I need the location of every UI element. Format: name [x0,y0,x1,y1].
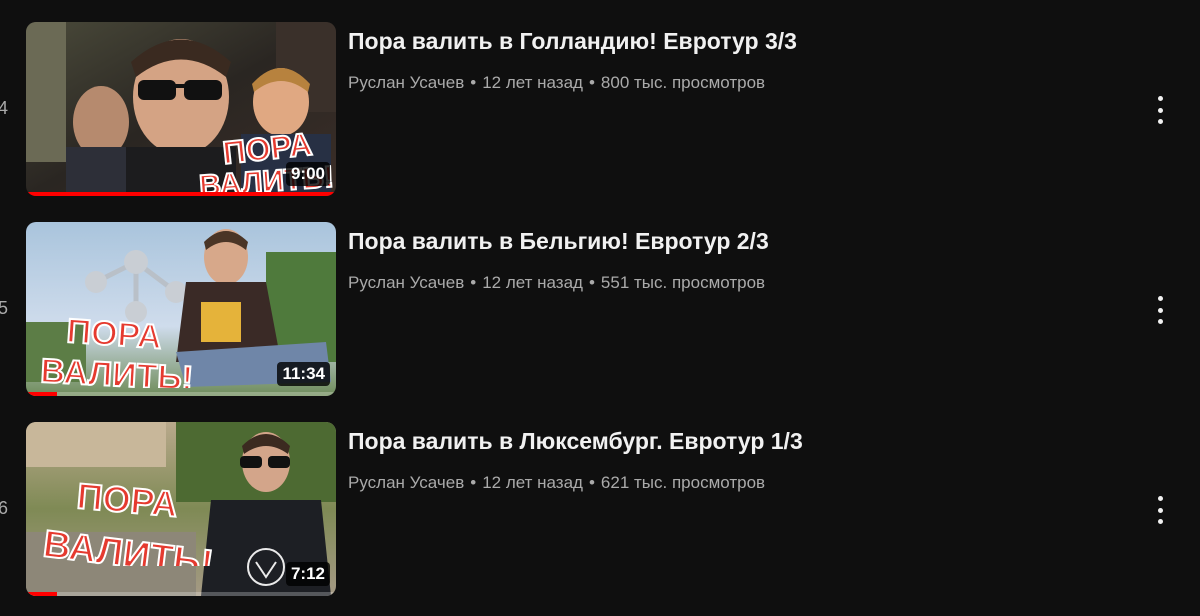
thumb-text-line1: ПОРА [75,475,179,525]
meta-separator: • [470,273,477,292]
playlist-index: 6 [0,498,9,518]
meta-separator: • [470,73,477,92]
more-vertical-icon[interactable] [1148,96,1172,124]
playlist-index: 4 [0,98,9,118]
channel-name[interactable]: Руслан Усачев [348,73,464,92]
thumbnail-title-art: ПОРА ВАЛИТЬ! [40,474,216,566]
video-title[interactable]: Пора валить в Бельгию! Евротур 2/3 [348,228,769,255]
more-vertical-icon[interactable] [1148,296,1172,324]
watch-progress-fill [26,592,57,596]
playlist-item[interactable]: 5 ПОРА ВАЛИТЬ! 11:34 Пора валить в Бельг… [0,222,1200,398]
meta-separator: • [470,473,477,492]
more-vertical-icon[interactable] [1148,496,1172,524]
duration-badge: 7:12 [285,562,330,586]
watch-progress-fill [26,392,57,396]
video-thumbnail[interactable]: ПОРА ВАЛИТЬ! 7:12 [26,422,336,596]
watch-progress [26,192,336,196]
duration-badge: 9:00 [285,162,330,186]
playlist-index: 5 [0,298,9,318]
meta-separator: • [588,273,595,292]
video-meta: Руслан Усачев • 12 лет назад • 800 тыс. прос… [348,73,765,93]
playlist-item[interactable]: 6 ПОРА ВАЛИТЬ! 7:12 Пора валить в Люксем… [0,422,1200,598]
watch-progress [26,392,336,396]
watch-progress [26,592,336,596]
duration-badge: 11:34 [277,362,330,386]
meta-separator: • [588,473,595,492]
thumb-text-line2: ВАЛИТЬ! [40,352,194,388]
video-title[interactable]: Пора валить в Голландию! Евротур 3/3 [348,28,797,55]
thumb-text-line1: ПОРА [65,312,163,357]
playlist-item[interactable]: 4 ПОРА ВАЛИТЬ! 9:00 Пора валить в Голлан… [0,22,1200,198]
thumbnail-title-art: ПОРА ВАЛИТЬ! [39,311,195,388]
upload-age: 12 лет назад [482,73,583,92]
view-count: 551 тыс. просмотров [600,273,766,292]
channel-name[interactable]: Руслан Усачев [348,473,464,492]
video-title[interactable]: Пора валить в Люксембург. Евротур 1/3 [348,428,803,455]
video-meta: Руслан Усачев • 12 лет назад • 621 тыс. прос… [348,473,765,493]
upload-age: 12 лет назад [482,473,583,492]
watch-progress-fill [26,192,336,196]
meta-separator: • [588,73,595,92]
view-count: 621 тыс. просмотров [600,473,766,492]
thumb-text-line2: ВАЛИТЬ! [41,523,215,566]
video-thumbnail[interactable]: ПОРА ВАЛИТЬ! 9:00 [26,22,336,196]
video-meta: Руслан Усачев • 12 лет назад • 551 тыс. прос… [348,273,765,293]
view-count: 800 тыс. просмотров [600,73,766,92]
upload-age: 12 лет назад [482,273,583,292]
video-thumbnail[interactable]: ПОРА ВАЛИТЬ! 11:34 [26,222,336,396]
channel-name[interactable]: Руслан Усачев [348,273,464,292]
